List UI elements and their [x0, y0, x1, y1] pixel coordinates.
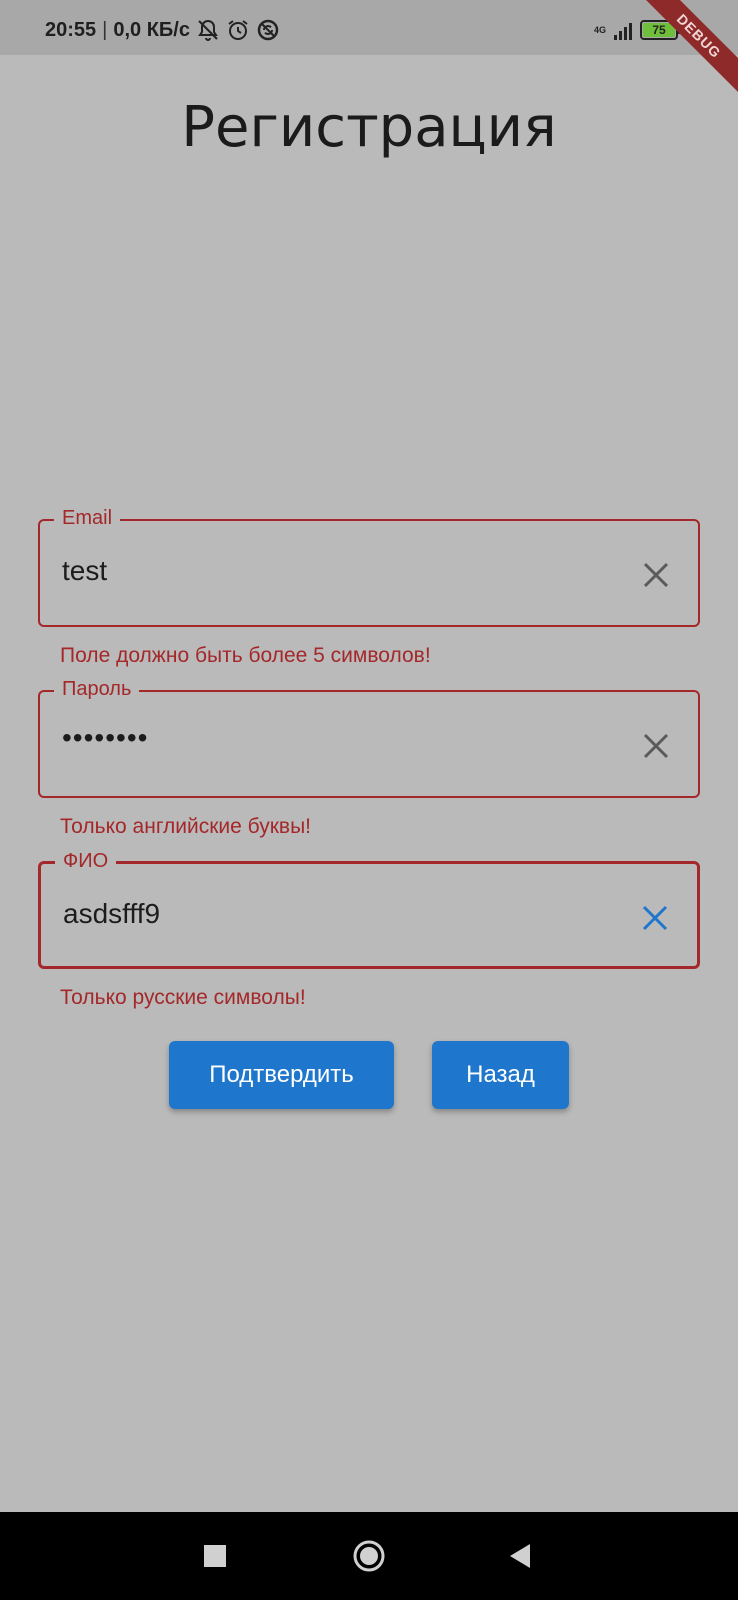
- sync-icon: [257, 19, 279, 41]
- status-time: 20:55: [45, 18, 97, 41]
- password-value: ••••••••: [62, 722, 149, 753]
- network-type: 4G: [593, 24, 606, 35]
- alarm-icon: [228, 20, 248, 40]
- email-field[interactable]: Email test: [38, 507, 700, 627]
- circle-icon: [353, 1540, 385, 1572]
- back-nav-button[interactable]: [500, 1512, 540, 1600]
- fio-value: asdsfff9: [63, 898, 161, 929]
- navigation-bar: [0, 1512, 738, 1600]
- password-clear-icon[interactable]: [640, 730, 672, 762]
- mute-icon: [198, 19, 218, 41]
- password-field[interactable]: Пароль ••••••••: [38, 678, 700, 798]
- fio-field[interactable]: ФИО asdsfff9: [38, 850, 700, 969]
- status-separator: |: [102, 18, 108, 41]
- status-speed: 0,0 КБ/с: [113, 18, 190, 41]
- password-error: Только английские буквы!: [60, 815, 311, 838]
- square-icon: [204, 1545, 226, 1567]
- debug-banner: DEBUG: [637, 0, 738, 98]
- email-value: test: [62, 555, 108, 586]
- email-error: Поле должно быть более 5 символов!: [60, 644, 431, 667]
- fio-clear-icon[interactable]: [639, 902, 671, 934]
- email-label: Email: [54, 507, 121, 530]
- triangle-back-icon: [510, 1544, 530, 1568]
- signal-icon: [614, 20, 632, 40]
- fio-error: Только русские символы!: [60, 986, 306, 1009]
- home-button[interactable]: [349, 1512, 389, 1600]
- back-button[interactable]: Назад: [432, 1041, 569, 1109]
- password-label: Пароль: [54, 678, 140, 701]
- status-bar: 20:55 | 0,0 КБ/с 4G 75 DEBUG: [0, 0, 738, 98]
- confirm-button[interactable]: Подтвердить: [169, 1041, 394, 1109]
- status-left: 20:55 | 0,0 КБ/с: [45, 18, 280, 42]
- fio-label: ФИО: [55, 850, 117, 873]
- recent-apps-button[interactable]: [195, 1512, 235, 1600]
- email-clear-icon[interactable]: [640, 559, 672, 591]
- page-title: Регистрация: [181, 95, 557, 160]
